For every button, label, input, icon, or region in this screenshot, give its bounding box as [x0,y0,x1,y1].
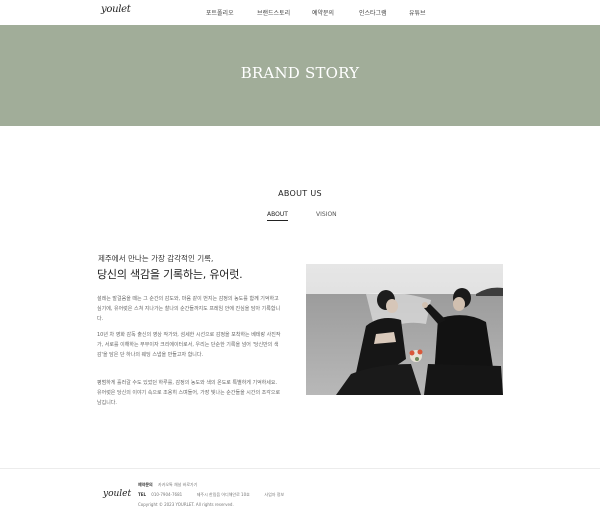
couple-photo-image [306,264,503,395]
intro-paragraph: 평범하게 흘러갈 수도 있었던 하루를, 감정의 농도와 색의 온도로 특별하게… [97,380,281,406]
nav-brand-story[interactable]: 브랜드스토리 [257,8,290,17]
hero-banner: BRAND STORY [0,25,600,126]
tab-about[interactable]: ABOUT [267,211,288,221]
footer-address: 제주시 한림읍 어디해안로 10호 [196,492,250,497]
tab-vision[interactable]: VISION [316,211,337,220]
footer-logo[interactable]: youlet [103,489,131,499]
kakao-channel-link[interactable]: 카카오톡 채널 바로가기 [158,482,197,487]
footer-contact-row: TEL 010-7904-7681 제주시 한림읍 어디해안로 10호 사업자 … [138,492,284,498]
footer-divider [0,468,600,469]
main-nav: 포트폴리오 브랜드스토리 예약문의 인스타그램 유튜브 [0,8,600,20]
footer-tel: 010-7904-7681 [151,492,183,497]
banner-title: BRAND STORY [240,64,360,82]
footer-business-info[interactable]: 사업자 정보 [264,492,284,497]
nav-youtube[interactable]: 유튜브 [409,8,426,17]
about-tabs: ABOUT VISION [0,211,600,223]
intro-subtitle: 제주에서 만나는 가장 감각적인 기록, [98,254,214,263]
footer-reservation-row: 예약문의 카카오톡 채널 바로가기 [138,482,197,488]
footer-tel-label: TEL [138,492,147,497]
site-header: youlet 포트폴리오 브랜드스토리 예약문의 인스타그램 유튜브 [0,0,600,25]
footer-reservation-label: 예약문의 [138,482,153,487]
intro-title: 당신의 색감을 기록하는, 유어럿. [97,268,243,281]
nav-portfolio[interactable]: 포트폴리오 [206,8,234,17]
nav-reservation[interactable]: 예약문의 [312,8,334,17]
couple-photo [306,264,503,395]
footer-copyright: Copyright © 2023 YOURLET. All rights res… [138,502,234,507]
intro-paragraph: 10년 차 영화 감독 출신의 영상 작가와, 섬세한 시선으로 감정을 포착하… [97,332,281,358]
section-title: ABOUT US [278,189,322,198]
nav-instagram[interactable]: 인스타그램 [359,8,387,17]
intro-paragraph: 설레는 발걸음을 떼는 그 순간의 감도와, 마음 같이 번지는 감정의 농도를… [97,296,281,322]
